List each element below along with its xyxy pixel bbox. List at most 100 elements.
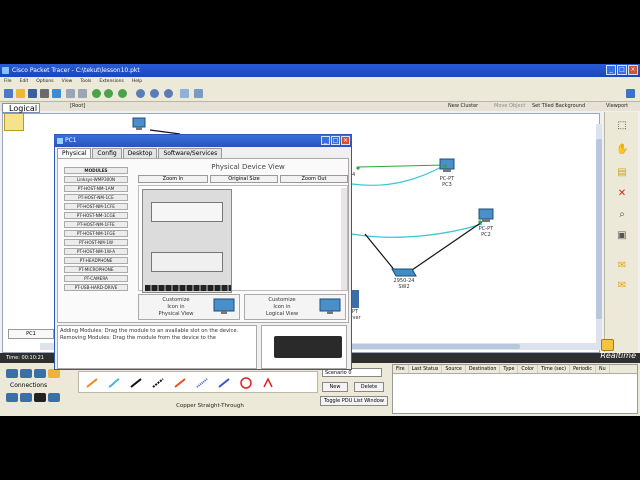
auto-cable-icon[interactable] — [85, 376, 99, 390]
menu-help[interactable]: Help — [132, 77, 142, 86]
custom-devices-icon[interactable] — [194, 89, 203, 98]
customize-physical-icon-button[interactable]: Customize Icon in Physical View — [138, 294, 240, 320]
module-item[interactable]: PT-HOST-NM-1CFE — [64, 203, 128, 210]
activity-wizard-icon[interactable] — [52, 89, 61, 98]
fiber-icon[interactable] — [173, 376, 187, 390]
logical-tab[interactable]: Logical — [2, 103, 40, 113]
new-scenario-button[interactable]: New — [322, 382, 348, 392]
view-scrollbar[interactable] — [341, 188, 347, 290]
new-cluster-button[interactable]: New Cluster — [448, 102, 478, 111]
multiuser-icon[interactable] — [48, 393, 60, 402]
zoom-out-icon[interactable] — [164, 89, 173, 98]
original-size-button[interactable]: Original Size — [210, 175, 278, 183]
menu-edit[interactable]: Edit — [20, 77, 29, 86]
undo-icon[interactable] — [92, 89, 101, 98]
menu-tools[interactable]: Tools — [80, 77, 91, 86]
pc1-dialog: PC1 _ □ × Physical Config Desktop Softwa… — [54, 134, 352, 370]
selected-cable-name: Copper Straight-Through — [176, 403, 244, 409]
module-item[interactable]: Linksys-WMP300N — [64, 176, 128, 183]
paste-icon[interactable] — [78, 89, 87, 98]
coaxial-icon[interactable] — [217, 376, 231, 390]
toggle-pdu-list-button[interactable]: Toggle PDU List Window — [320, 396, 388, 406]
connections-icon[interactable] — [48, 369, 60, 378]
set-tiled-background-button[interactable]: Set Tiled Background — [532, 102, 585, 111]
console-cable-icon[interactable] — [107, 376, 121, 390]
viewport-button[interactable]: Viewport — [606, 102, 628, 111]
new-file-icon[interactable] — [4, 89, 13, 98]
end-devices-icon[interactable] — [6, 393, 18, 402]
module-item[interactable]: PT-HOST-NM-1CE — [64, 194, 128, 201]
pc1-chip[interactable]: PC1 — [8, 329, 54, 339]
realtime-label[interactable]: Realtime — [600, 351, 636, 360]
move-layout-icon[interactable]: ✋ — [616, 144, 628, 156]
realtime-mode-icon[interactable] — [601, 339, 614, 351]
module-item[interactable]: PT-HOST-NM-1FFE — [64, 221, 128, 228]
copper-cross-over-icon[interactable] — [151, 376, 165, 390]
module-slot[interactable] — [151, 252, 223, 272]
customize-logical-icon-button[interactable]: Customize Icon in Logical View — [244, 294, 346, 320]
zoom-in-button[interactable]: Zoom In — [138, 175, 208, 183]
serial-dte-icon[interactable] — [261, 376, 275, 390]
tab-software-services[interactable]: Software/Services — [158, 148, 223, 158]
refresh-icon[interactable] — [118, 89, 127, 98]
pc2-name-label: PC2 — [481, 232, 491, 238]
wan-emulation-icon[interactable] — [20, 393, 32, 402]
module-item[interactable]: PT-HOST-NM-1CGE — [64, 212, 128, 219]
dialog-minimize-button[interactable]: _ — [321, 136, 330, 145]
scroll-thumb[interactable] — [596, 139, 602, 319]
minimize-button[interactable]: _ — [606, 65, 616, 75]
serial-dce-icon[interactable] — [239, 376, 253, 390]
print-icon[interactable] — [40, 89, 49, 98]
workspace-vertical-scrollbar[interactable] — [596, 124, 602, 349]
root-breadcrumb[interactable]: [Root] — [70, 102, 85, 111]
dialog-close-button[interactable]: × — [341, 136, 350, 145]
zoom-out-button[interactable]: Zoom Out — [280, 175, 348, 183]
copper-straight-through-icon[interactable] — [129, 376, 143, 390]
tab-physical[interactable]: Physical — [57, 148, 92, 158]
module-item[interactable]: PT-CAMERA — [64, 275, 128, 282]
tab-desktop[interactable]: Desktop — [122, 148, 158, 158]
physical-device-view[interactable] — [138, 185, 348, 293]
menu-file[interactable]: File — [4, 77, 12, 86]
module-item[interactable]: PT-HEADPHONE — [64, 257, 128, 264]
redo-icon[interactable] — [104, 89, 113, 98]
tab-config[interactable]: Config — [92, 148, 122, 158]
select-icon[interactable]: ⬚ — [616, 120, 628, 132]
module-item[interactable]: PT-HOST-NM-1W-A — [64, 248, 128, 255]
resize-shape-icon[interactable]: ▣ — [616, 230, 628, 242]
menu-options[interactable]: Options — [36, 77, 53, 86]
add-simple-pdu-icon[interactable]: ✉ — [616, 260, 628, 272]
menu-view[interactable]: View — [62, 77, 73, 86]
module-item[interactable]: PT-HOST-NM-1AM — [64, 185, 128, 192]
menu-extensions[interactable]: Extensions — [99, 77, 123, 86]
routers-icon[interactable] — [6, 369, 18, 378]
pdu-col: Time (sec) — [538, 365, 571, 373]
module-item[interactable]: PT-USB-HARD-DRIVE — [64, 284, 128, 291]
zoom-in-icon[interactable] — [136, 89, 145, 98]
custom-devices-icon[interactable] — [34, 393, 46, 402]
phone-cable-icon[interactable] — [195, 376, 209, 390]
delete-scenario-button[interactable]: Delete — [354, 382, 384, 392]
module-item[interactable]: PT-HOST-NM-1W — [64, 239, 128, 246]
place-note-icon[interactable]: ▤ — [616, 167, 628, 179]
add-complex-pdu-icon[interactable]: ✉ — [616, 280, 628, 292]
delete-icon[interactable]: ✕ — [616, 188, 628, 200]
maximize-button[interactable]: □ — [617, 65, 627, 75]
inspect-icon[interactable]: ⌕ — [616, 209, 628, 221]
copy-icon[interactable] — [66, 89, 75, 98]
move-object-button[interactable]: Move Object — [494, 102, 525, 111]
navigation-icon[interactable] — [4, 113, 24, 131]
switches-icon[interactable] — [20, 369, 32, 378]
save-icon[interactable] — [28, 89, 37, 98]
chassis-ports — [145, 285, 231, 291]
zoom-reset-icon[interactable] — [150, 89, 159, 98]
module-info-text: Adding Modules: Drag the module to an av… — [57, 325, 257, 369]
dialog-maximize-button[interactable]: □ — [331, 136, 340, 145]
module-item[interactable]: PT-HOST-NM-1FGE — [64, 230, 128, 237]
close-button[interactable]: × — [628, 65, 638, 75]
help-icon[interactable] — [626, 89, 635, 98]
open-file-icon[interactable] — [16, 89, 25, 98]
hubs-icon[interactable] — [34, 369, 46, 378]
module-item[interactable]: PT-MICROPHONE — [64, 266, 128, 273]
drawing-palette-icon[interactable] — [180, 89, 189, 98]
